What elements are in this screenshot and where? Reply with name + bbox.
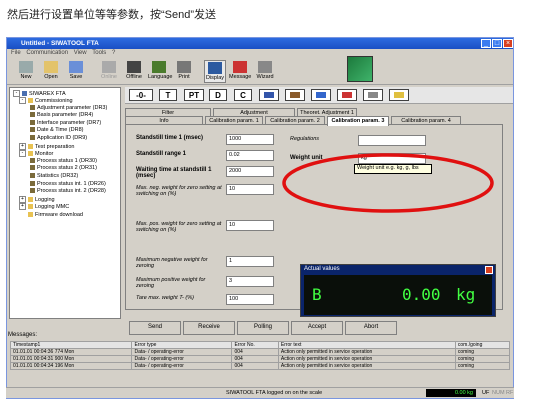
status-bar: SIWATOOL FTA logged on on the scale 0.00…	[6, 387, 514, 398]
status-text: SIWATOOL FTA logged on on the scale	[226, 390, 323, 396]
field-input[interactable]: 10	[226, 220, 274, 231]
field-input[interactable]: 2000	[226, 166, 274, 177]
column-header: Error type	[131, 341, 233, 349]
table-cell: Data- / operating-error	[131, 348, 233, 356]
table-cell: 01.01.01 00:04:34 196 Mon	[9, 362, 133, 370]
field-label: Waiting time at standstill 1 (msec)	[136, 167, 212, 179]
status-weight: 0.00 kg	[426, 389, 476, 397]
messages-title: Messages:	[8, 332, 38, 338]
actual-values-title: Actual values	[304, 266, 340, 272]
weight-unit-label: Weight unit	[290, 155, 323, 161]
table-cell: coming	[454, 348, 511, 356]
table-cell: 004	[231, 355, 279, 363]
field-input[interactable]: 3	[226, 276, 274, 287]
actual-close-icon[interactable]	[485, 266, 493, 274]
table-row[interactable]: 01.01.01 00:04:34 196 Mon Data- / operati…	[9, 362, 511, 370]
actual-weight-value: 0.00	[402, 285, 441, 304]
table-row[interactable]: 01.01.01 00:04:31 900 Mon Data- / operati…	[9, 355, 511, 363]
table-cell: coming	[454, 362, 511, 370]
table-cell: Data- / operating-error	[131, 355, 233, 363]
table-cell: 004	[231, 348, 279, 356]
table-cell: Data- / operating-error	[131, 362, 233, 370]
status-flag-num: NUM	[492, 390, 505, 396]
field-label: Max. neg. weight for zero setting at swi…	[136, 185, 222, 197]
regulations-input[interactable]	[358, 135, 426, 146]
messages-table: Timestamp1 Error type Error No. Error text c…	[9, 341, 511, 370]
table-cell: Action only permitted in service operati…	[277, 348, 456, 356]
field-input[interactable]: 1000	[226, 134, 274, 145]
status-flag-rf: RF	[506, 390, 514, 396]
tab-calibration-param-3[interactable]: Calibration param. 3	[327, 116, 389, 126]
column-header: Timestamp1	[9, 341, 133, 349]
table-cell: 01.01.01 00:04:31 900 Mon	[9, 355, 133, 363]
caption-text: 然后进行设置单位等等参数，按“Send”发送	[7, 9, 217, 21]
table-row[interactable]: 01.01.01 00:04:36 774 Mon Data- / operati…	[9, 348, 511, 356]
field-label: Tare max. weight T- (%)	[136, 295, 194, 301]
field-label: Maximum positive weight for zeroing	[136, 277, 206, 289]
status-flag-uf: UF	[482, 390, 490, 396]
actual-values-window: Actual values B 0.00 kg	[300, 264, 496, 317]
messages-panel: Messages: Timestamp1 Error type Error No. E…	[6, 330, 514, 382]
weight-unit-tooltip: Weight unit e.g. kg, g, lbs	[354, 164, 432, 174]
field-input[interactable]: 1	[226, 256, 274, 267]
table-header-row: Timestamp1 Error type Error No. Error text c…	[9, 341, 511, 349]
actual-status: B	[312, 285, 322, 304]
weight-display: B 0.00 kg	[304, 275, 492, 315]
table-cell: 004	[231, 362, 279, 370]
field-label: Max. pos. weight for zero setting at swi…	[136, 221, 222, 233]
column-header: com./going	[454, 341, 511, 349]
weight-unit-input[interactable]: kg	[358, 153, 426, 164]
field-label: Standstill range 1	[136, 151, 187, 157]
field-input[interactable]: 0.02	[226, 150, 274, 161]
column-header: Error text	[277, 341, 456, 349]
field-input[interactable]: 10	[226, 184, 274, 195]
regulations-label: Regulations	[290, 136, 320, 142]
field-label: Maximum negative weight for zeroing	[136, 257, 208, 269]
field-label: Standstill time 1 (msec)	[136, 135, 204, 141]
table-cell: Action only permitted in service operati…	[277, 355, 456, 363]
table-cell: coming	[454, 355, 511, 363]
table-cell: Action only permitted in service operati…	[277, 362, 456, 370]
table-cell: 01.01.01 00:04:36 774 Mon	[9, 348, 133, 356]
column-header: Error No.	[231, 341, 279, 349]
actual-weight-unit: kg	[456, 285, 476, 304]
field-input[interactable]: 100	[226, 294, 274, 305]
